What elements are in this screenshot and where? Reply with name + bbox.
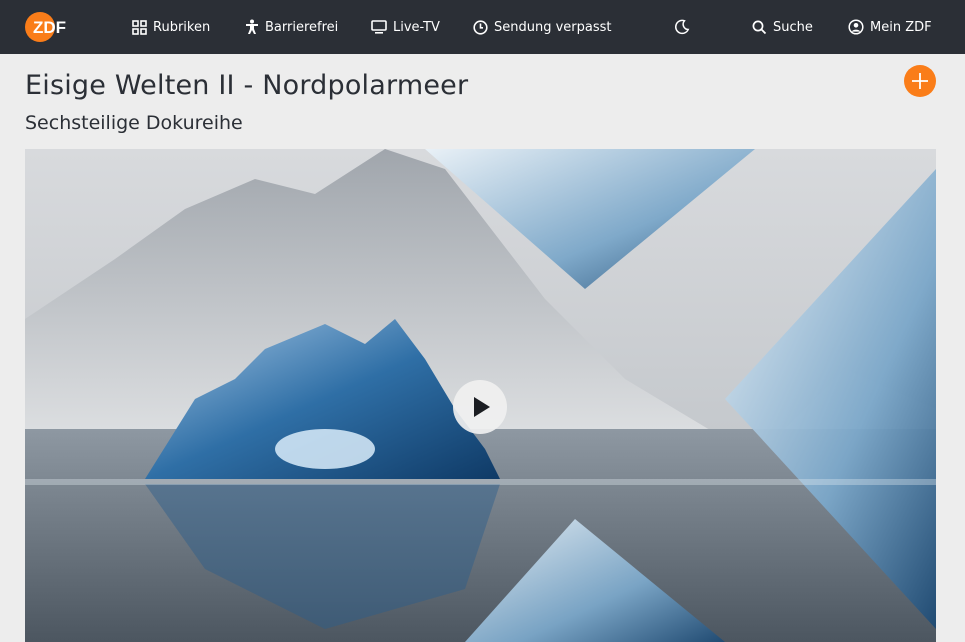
nav-sendung-verpasst[interactable]: Sendung verpasst <box>473 0 612 54</box>
add-to-list-button[interactable] <box>904 65 936 97</box>
nav-rubriken[interactable]: Rubriken <box>132 0 210 54</box>
theme-toggle-button[interactable] <box>674 0 690 54</box>
grid-icon <box>132 19 147 35</box>
page-subtitle: Sechsteilige Dokureihe <box>25 112 243 134</box>
nav-mein-zdf[interactable]: Mein ZDF <box>848 0 932 54</box>
nav-suche-label: Suche <box>773 19 813 35</box>
tv-icon <box>371 20 387 34</box>
accessibility-icon <box>246 19 258 34</box>
page-title: Eisige Welten II - Nordpolarmeer <box>25 70 469 101</box>
hero-image[interactable] <box>25 149 936 642</box>
plus-icon <box>912 73 928 89</box>
nav-suche[interactable]: Suche <box>752 0 813 54</box>
nav-barrierefrei[interactable]: Barrierefrei <box>245 0 338 54</box>
zdf-logo[interactable]: ZDF <box>24 10 82 44</box>
nav-live-tv[interactable]: Live-TV <box>371 0 440 54</box>
nav-mein-zdf-label: Mein ZDF <box>870 19 932 35</box>
nav-sendung-verpasst-label: Sendung verpasst <box>494 19 612 35</box>
nav-live-tv-label: Live-TV <box>393 19 440 35</box>
clock-icon <box>473 19 488 35</box>
play-icon <box>474 397 490 417</box>
nav-rubriken-label: Rubriken <box>153 19 211 35</box>
search-icon <box>752 20 767 34</box>
moon-icon <box>675 19 690 35</box>
nav-barrierefrei-label: Barrierefrei <box>265 19 339 35</box>
play-button[interactable] <box>453 380 507 434</box>
user-icon <box>848 19 864 35</box>
svg-text:ZDF: ZDF <box>33 18 66 37</box>
top-navigation-bar: ZDF Rubriken Barrierefrei Live-TV Sendun… <box>0 0 965 54</box>
